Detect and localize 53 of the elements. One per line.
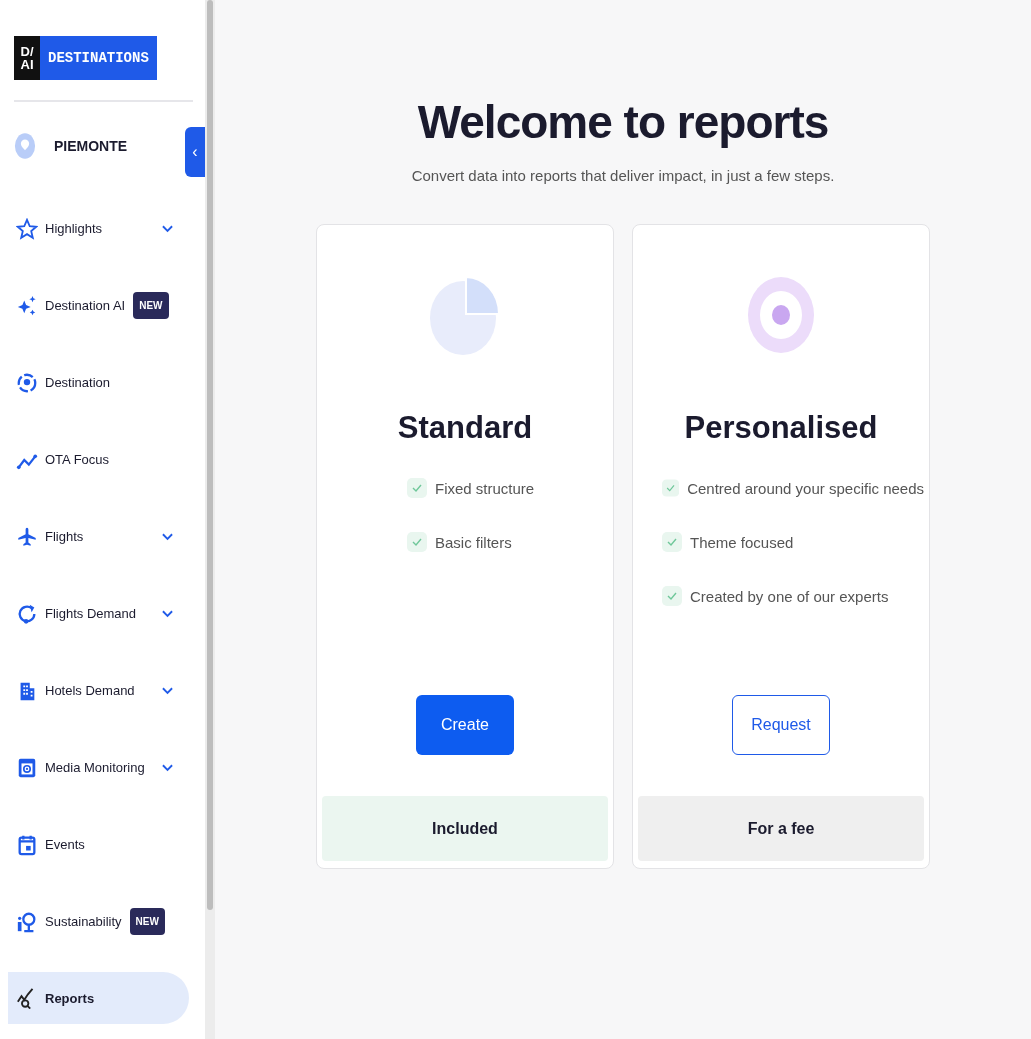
nav-item[interactable]: Hotels Demand	[8, 652, 189, 729]
chevron-down-icon[interactable]	[162, 532, 173, 541]
scrollbar-thumb[interactable]	[207, 0, 213, 910]
refresh-arrow-icon	[16, 602, 38, 625]
page-title: Welcome to reports	[417, 95, 829, 149]
check-icon	[662, 586, 682, 606]
destination-name: PIEMONTE	[54, 138, 128, 154]
logo-mark-text: AI	[20, 58, 34, 71]
check-icon	[662, 532, 682, 552]
feature-text: Fixed structure	[435, 479, 535, 497]
chevron-down-icon[interactable]	[162, 763, 173, 772]
nav-item[interactable]: Events	[8, 806, 189, 883]
sustainability-icon	[16, 910, 38, 933]
chevron-down-icon[interactable]	[162, 609, 173, 618]
pie-chart-icon	[430, 275, 500, 355]
card-title: Standard	[397, 410, 533, 446]
check-icon	[407, 478, 427, 498]
sparkle-icon	[16, 294, 38, 317]
feature-text: Centred around your specific needs	[687, 479, 924, 497]
nav-item[interactable]: Destination	[8, 344, 189, 421]
page-subtitle: Convert data into reports that deliver impact, in just a few steps.	[411, 167, 835, 184]
check-icon	[662, 478, 680, 498]
feature-text: Basic filters	[435, 533, 512, 551]
check-icon	[407, 532, 427, 552]
price-label: Included	[322, 796, 608, 861]
nav-item[interactable]: Flights	[8, 498, 189, 575]
feature-text: Theme focused	[690, 533, 794, 551]
star-icon	[16, 217, 38, 240]
nav-item[interactable]: Destination AI NEW	[8, 267, 189, 344]
new-badge: NEW	[133, 292, 169, 319]
location-target-icon	[16, 371, 38, 394]
nav-item[interactable]: Media Monitoring	[8, 729, 189, 806]
nav-item[interactable]: Sustainability NEW	[8, 883, 189, 960]
calendar-icon	[16, 833, 38, 856]
feature-text: Created by one of our experts	[690, 587, 889, 605]
chevron-down-icon[interactable]	[162, 686, 173, 695]
media-frame-icon	[16, 756, 38, 779]
new-badge: NEW	[129, 908, 165, 935]
logo-mark-text: D/	[20, 45, 34, 58]
create-button[interactable]: Create	[416, 695, 514, 755]
nav-item[interactable]: Highlights	[8, 190, 189, 267]
chevron-down-icon[interactable]	[162, 224, 173, 233]
nav-item[interactable]: Flights Demand	[8, 575, 189, 652]
nav-item[interactable]: OTA Focus	[8, 421, 189, 498]
nav-item[interactable]: Reports	[8, 972, 189, 1024]
target-icon	[746, 275, 816, 355]
logo-text: DESTINATIONS	[40, 36, 157, 80]
collapse-button[interactable]: ‹	[185, 127, 205, 177]
airplane-icon	[16, 525, 38, 548]
card-title: Personalised	[684, 410, 878, 446]
location-pin-icon	[14, 132, 36, 160]
request-button[interactable]: Request	[732, 695, 830, 755]
price-label: For a fee	[638, 796, 924, 861]
